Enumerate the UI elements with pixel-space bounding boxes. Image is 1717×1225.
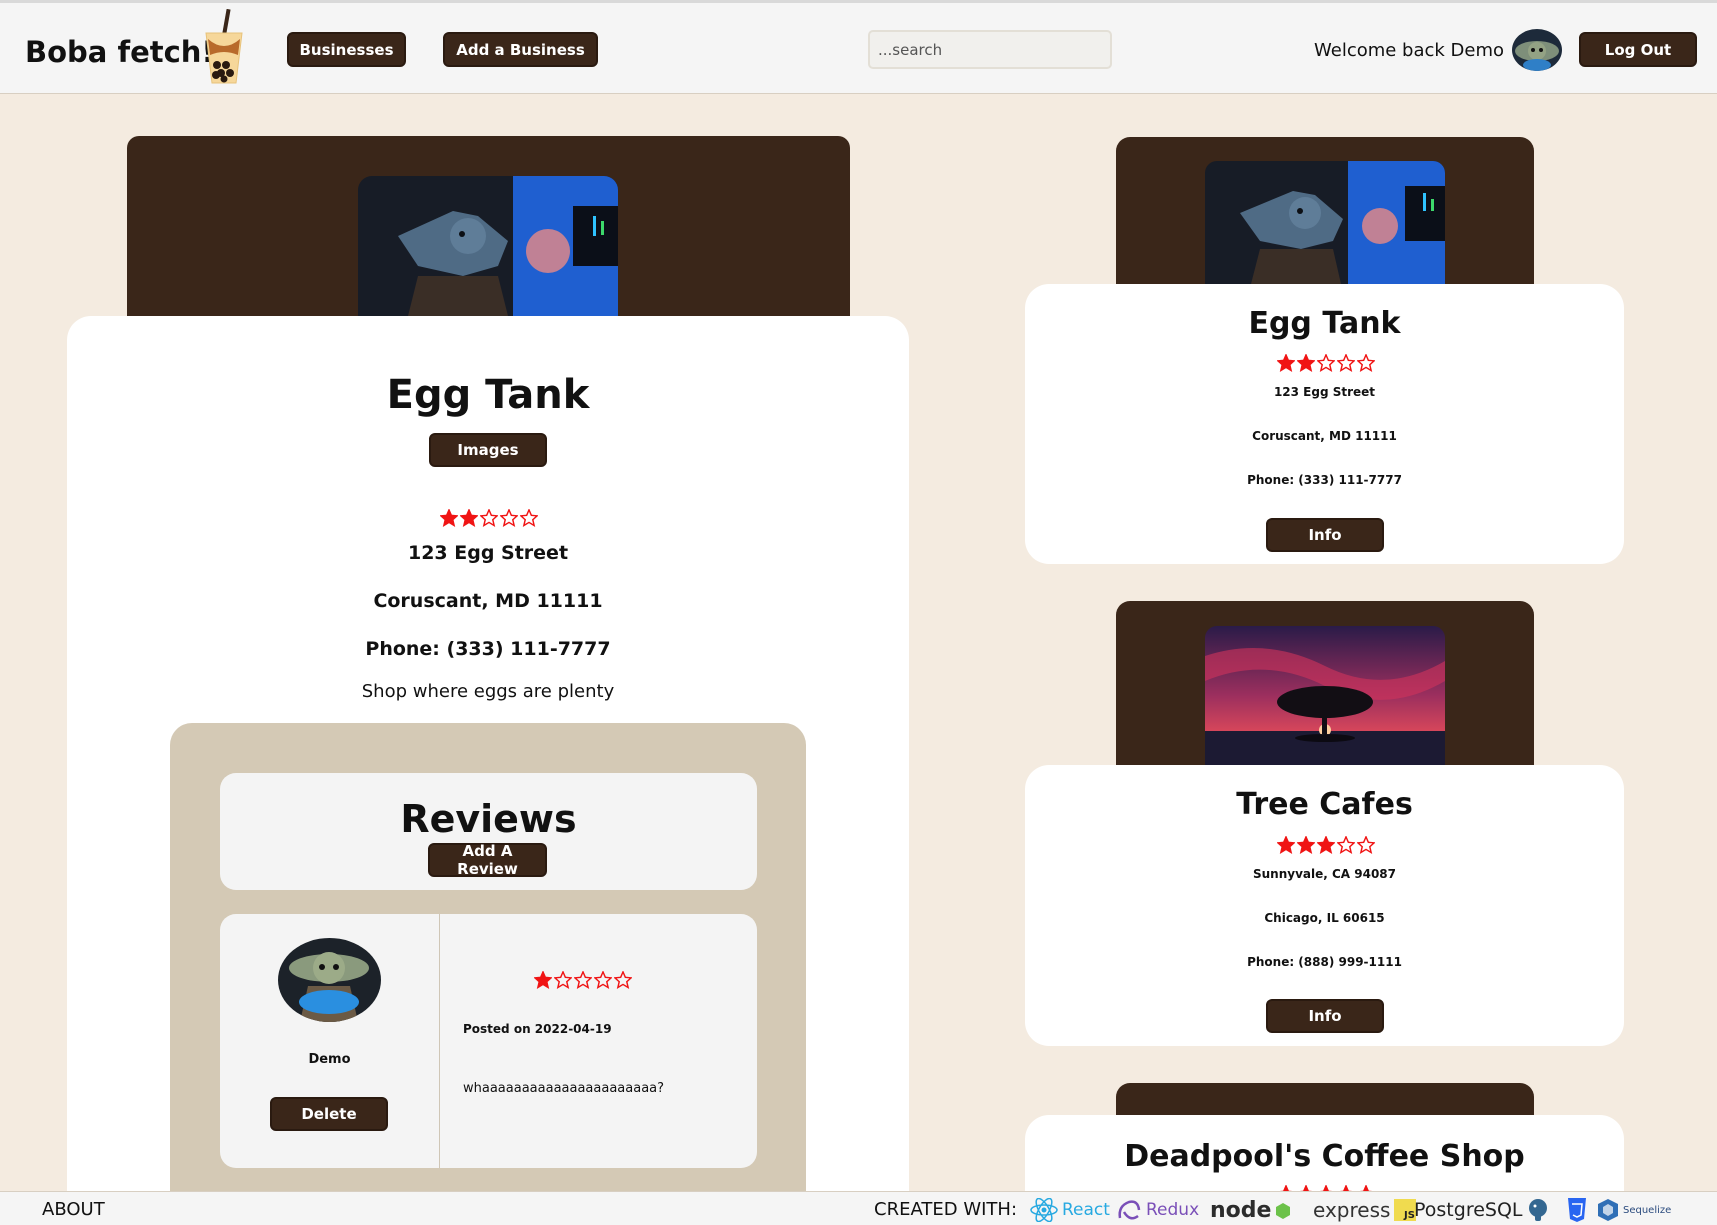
star-empty-icon xyxy=(500,509,518,527)
redux-label: Redux xyxy=(1146,1200,1200,1220)
star-filled-icon xyxy=(1277,354,1295,372)
review-date: Posted on 2022-04-19 xyxy=(463,1022,612,1036)
node-badge: node xyxy=(1210,1198,1291,1223)
reviewer-avatar xyxy=(278,938,381,1022)
star-empty-icon xyxy=(1317,354,1335,372)
business-image[interactable] xyxy=(358,176,618,316)
about-link[interactable]: ABOUT xyxy=(42,1199,105,1220)
star-filled-icon xyxy=(1297,354,1315,372)
reviewer-name: Demo xyxy=(308,1052,351,1067)
sidebar-card-title[interactable]: Egg Tank xyxy=(1025,306,1624,341)
business-rating xyxy=(440,509,538,527)
react-icon xyxy=(1030,1198,1058,1222)
sidebar-card-image[interactable] xyxy=(1205,161,1445,284)
postgresql-badge: PostgreSQL xyxy=(1414,1198,1587,1222)
express-badge: express JS xyxy=(1313,1198,1417,1222)
star-filled-icon xyxy=(440,509,458,527)
sidebar-card-band xyxy=(1116,1083,1534,1115)
search-input[interactable] xyxy=(868,30,1112,69)
star-empty-icon xyxy=(520,509,538,527)
redux-badge: Redux xyxy=(1116,1198,1199,1222)
sequelize-icon xyxy=(1598,1199,1618,1221)
node-icon xyxy=(1276,1202,1291,1219)
welcome-text: Welcome back Demo xyxy=(1314,40,1505,61)
site-logo-text[interactable]: Boba fetch! xyxy=(25,35,215,69)
sequelize-label: Sequelize xyxy=(1623,1204,1672,1216)
add-review-button[interactable]: Add A Review xyxy=(428,842,547,878)
review-text: whaaaaaaaaaaaaaaaaaaaaaa? xyxy=(463,1081,665,1096)
info-button[interactable]: Info xyxy=(1266,999,1384,1033)
star-empty-icon xyxy=(1337,836,1355,854)
star-empty-icon xyxy=(1337,354,1355,372)
user-avatar[interactable] xyxy=(1512,29,1562,71)
postgresql-label: PostgreSQL xyxy=(1414,1199,1523,1221)
star-filled-icon xyxy=(1277,836,1295,854)
sidebar-card-image[interactable] xyxy=(1205,626,1445,765)
business-title: Egg Tank xyxy=(386,372,590,418)
star-empty-icon xyxy=(1357,836,1375,854)
navbar: Boba fetch! Businesses Add a Business We… xyxy=(0,3,1717,94)
review-divider xyxy=(439,914,440,1168)
star-empty-icon xyxy=(554,971,572,989)
created-with-label: CREATED WITH: xyxy=(874,1199,1018,1220)
delete-review-button[interactable]: Delete xyxy=(270,1097,388,1131)
node-label: node xyxy=(1210,1198,1272,1223)
sequelize-badge: Sequelize xyxy=(1597,1198,1671,1222)
star-empty-icon xyxy=(1357,354,1375,372)
business-phone: Phone: (333) 111-7777 xyxy=(365,638,611,660)
star-empty-icon xyxy=(574,971,592,989)
boba-cup-icon[interactable] xyxy=(202,9,246,87)
sidebar-card-line3: Phone: (888) 999-1111 xyxy=(1247,955,1402,969)
sidebar-card-line2: Coruscant, MD 11111 xyxy=(1252,429,1397,443)
star-filled-icon xyxy=(460,509,478,527)
star-empty-icon xyxy=(594,971,612,989)
star-empty-icon xyxy=(480,509,498,527)
business-address: 123 Egg Street xyxy=(407,542,569,564)
business-description: Shop where eggs are plenty xyxy=(361,681,615,702)
star-filled-icon xyxy=(1297,836,1315,854)
star-filled-icon xyxy=(534,971,552,989)
businesses-button[interactable]: Businesses xyxy=(287,32,406,67)
sidebar-card-title[interactable]: Tree Cafes xyxy=(1025,787,1624,822)
images-button[interactable]: Images xyxy=(429,433,547,467)
star-filled-icon xyxy=(1317,836,1335,854)
css3-icon xyxy=(1567,1198,1586,1222)
express-label: express xyxy=(1313,1198,1391,1222)
logout-button[interactable]: Log Out xyxy=(1579,32,1697,67)
add-business-button[interactable]: Add a Business xyxy=(443,32,598,67)
postgresql-icon xyxy=(1528,1199,1547,1221)
sidebar-card-line2: Chicago, IL 60615 xyxy=(1264,911,1385,925)
sidebar-card-rating xyxy=(1277,836,1375,854)
sidebar-card-line3: Phone: (333) 111-7777 xyxy=(1247,473,1402,487)
redux-icon xyxy=(1118,1200,1141,1220)
react-badge: React xyxy=(1030,1198,1110,1222)
reviews-title: Reviews xyxy=(400,797,577,841)
star-empty-icon xyxy=(614,971,632,989)
review-rating xyxy=(534,971,632,989)
info-button[interactable]: Info xyxy=(1266,518,1384,552)
business-city: Coruscant, MD 11111 xyxy=(373,590,603,612)
sidebar-card-line1: Sunnyvale, CA 94087 xyxy=(1252,867,1397,881)
sidebar-card-title[interactable]: Deadpool's Coffee Shop xyxy=(1025,1139,1624,1174)
sidebar-card-line1: 123 Egg Street xyxy=(1273,385,1376,399)
sidebar-card-rating xyxy=(1277,354,1375,372)
react-label: React xyxy=(1062,1200,1110,1220)
